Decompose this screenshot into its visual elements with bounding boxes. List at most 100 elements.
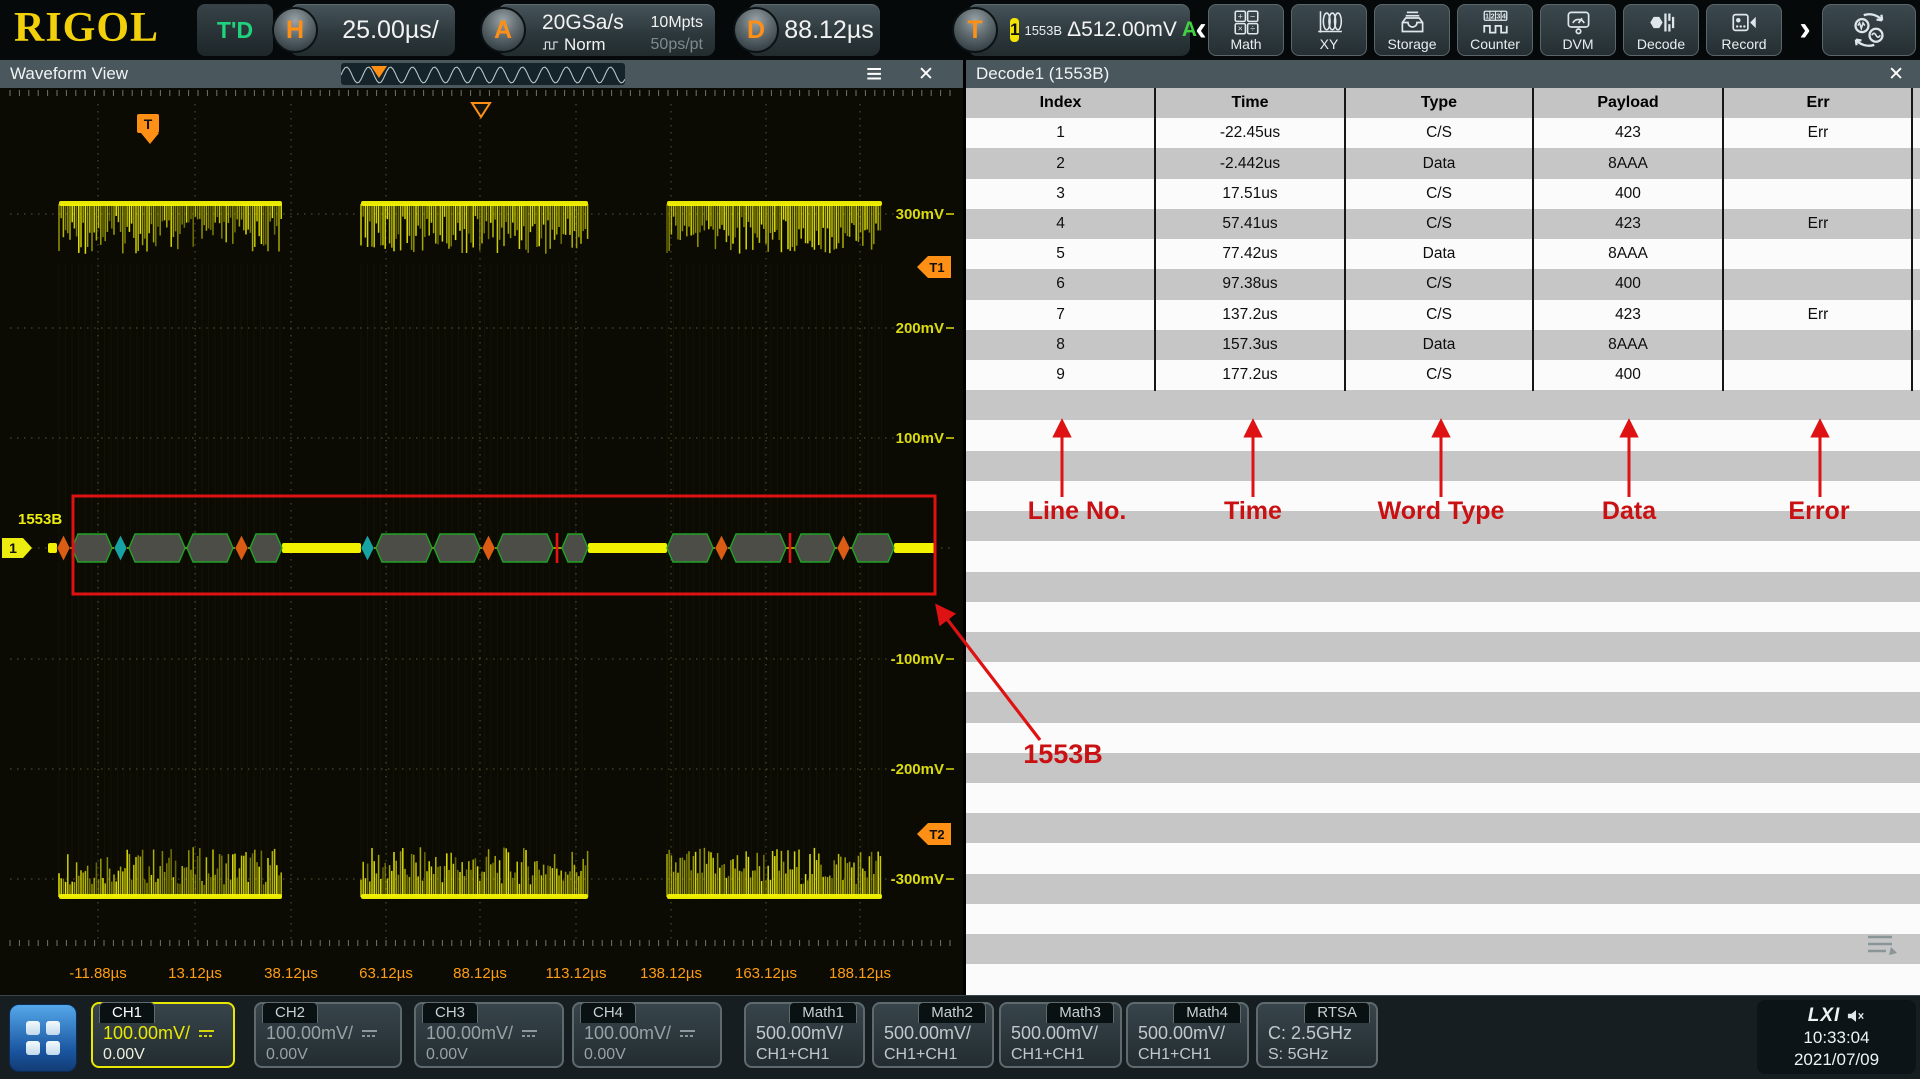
- decode-cell: 4: [966, 215, 1155, 233]
- toolbar-button-xy[interactable]: XY: [1291, 4, 1367, 56]
- decode-header-row: IndexTimeTypePayloadErr: [966, 88, 1913, 118]
- decode-stripe: [966, 632, 1920, 662]
- channel-scale-value: 500.00mV/: [756, 1023, 843, 1044]
- scroll-down-icon[interactable]: [1864, 931, 1900, 961]
- toolbar-button-math[interactable]: +−×÷Math: [1208, 4, 1284, 56]
- toolbar-button-label: XY: [1320, 37, 1339, 51]
- horizontal-knob[interactable]: H: [272, 7, 318, 53]
- counter-icon: 1234: [1482, 9, 1509, 36]
- channel-offset-value: CH1+CH1: [1011, 1046, 1084, 1064]
- channel-card-tab: CH1: [99, 1002, 155, 1023]
- y-axis-label: -300mV: [891, 871, 944, 888]
- toolbar-button-counter[interactable]: 1234Counter: [1457, 4, 1533, 56]
- decode-stripe: [966, 511, 1920, 541]
- decode-cell: 157.3us: [1155, 336, 1345, 354]
- svg-text:−: −: [1250, 11, 1255, 21]
- toolbar-button-label: Record: [1721, 37, 1766, 51]
- toolbar-button-record[interactable]: Record: [1706, 4, 1782, 56]
- self-check-button[interactable]: [1822, 4, 1916, 56]
- channel-card-ch1[interactable]: CH1100.00mV/0.00V: [91, 1002, 235, 1068]
- channel-1-badge[interactable]: [2, 538, 32, 558]
- channel-card-tab: Math3: [1046, 1002, 1114, 1023]
- decode-title: Decode1 (1553B): [976, 64, 1109, 84]
- y-axis-label: -100mV: [891, 651, 944, 668]
- trigger-card[interactable]: 1 1553B Δ512.00mV A: [968, 4, 1190, 56]
- channel-card-math1[interactable]: Math1500.00mV/CH1+CH1: [744, 1002, 865, 1068]
- decode-table-row: 697.38usC/S400: [966, 269, 1913, 299]
- acquire-mode-label: Norm: [564, 35, 606, 55]
- coupling-dc-icon: [679, 1028, 696, 1039]
- waveform-plot[interactable]: 300mV200mV100mV-100mV-200mV-300mV-11.88µ…: [0, 88, 963, 995]
- decode-table-row: 457.41usC/S423Err: [966, 209, 1913, 239]
- chevron-right-icon[interactable]: ›: [1794, 12, 1816, 48]
- status-clock-card[interactable]: LXI 10:33:04 2021/07/09: [1757, 1000, 1916, 1074]
- table-column-divider: [1911, 88, 1913, 391]
- channel-offset-value: 0.00V: [584, 1046, 626, 1064]
- channel-card-tab: Math2: [918, 1002, 986, 1023]
- decode-column-header: Time: [1155, 94, 1345, 112]
- decode-cell: Data: [1345, 245, 1533, 263]
- menu-icon[interactable]: ≡: [866, 58, 882, 90]
- decode-stripe: [966, 723, 1920, 753]
- decode-cell: Err: [1723, 124, 1913, 142]
- decode-cell: 8: [966, 336, 1155, 354]
- toolbar-button-label: Decode: [1637, 37, 1685, 51]
- x-axis-label: 188.12µs: [829, 965, 891, 982]
- channel-card-math4[interactable]: Math4500.00mV/CH1+CH1: [1126, 1002, 1249, 1068]
- coupling-dc-icon: [198, 1028, 215, 1039]
- channel-card-tab: Math1: [789, 1002, 857, 1023]
- y-axis-label: 200mV: [896, 320, 944, 337]
- decode-cell: 400: [1533, 185, 1723, 203]
- decode-cell: C/S: [1345, 185, 1533, 203]
- apps-grid-button[interactable]: [9, 1004, 77, 1072]
- x-axis-label: 88.12µs: [453, 965, 507, 982]
- decode-table-row: 1-22.45usC/S423Err: [966, 118, 1913, 148]
- trigger-knob[interactable]: T: [952, 7, 998, 53]
- decode-cell: 8AAA: [1533, 336, 1723, 354]
- channel-offset-value: 0.00V: [266, 1046, 308, 1064]
- acquire-knob[interactable]: A: [480, 7, 526, 53]
- record-icon: [1731, 9, 1758, 36]
- decode-table-row: 7137.2usC/S423Err: [966, 300, 1913, 330]
- auto-calibrate-icon: [1848, 9, 1890, 51]
- close-icon[interactable]: ✕: [1888, 63, 1904, 86]
- decode-cell: 400: [1533, 275, 1723, 293]
- table-column-divider: [1154, 88, 1156, 391]
- x-axis-label: 113.12µs: [546, 965, 607, 982]
- delay-knob[interactable]: D: [733, 7, 779, 53]
- trigger-position-marker[interactable]: [472, 103, 490, 117]
- channel-card-ch2[interactable]: CH2100.00mV/0.00V: [254, 1002, 402, 1068]
- channel-scale-value: 100.00mV/: [103, 1023, 190, 1044]
- decode-stripe: [966, 964, 1920, 994]
- resolution-value: 50ps/pt: [651, 36, 703, 54]
- toolbar-button-dvm[interactable]: DVM: [1540, 4, 1616, 56]
- channel-offset-value: CH1+CH1: [756, 1046, 829, 1064]
- y-axis-label: -200mV: [891, 761, 944, 778]
- toolbar: +−×÷Math XY Storage1234CounterDVM Decode Rec…: [1208, 4, 1782, 56]
- channel-card-ch3[interactable]: CH3100.00mV/0.00V: [414, 1002, 564, 1068]
- decode-table-row: 577.42usData8AAA: [966, 239, 1913, 269]
- channel-card-math2[interactable]: Math2500.00mV/CH1+CH1: [872, 1002, 994, 1068]
- channel-card-ch4[interactable]: CH4100.00mV/0.00V: [572, 1002, 722, 1068]
- toolbar-button-decode[interactable]: Decode: [1623, 4, 1699, 56]
- decode-stripe: [966, 934, 1920, 964]
- speaker-muted-icon[interactable]: [1847, 1009, 1865, 1023]
- channel-card-tab: CH3: [422, 1002, 478, 1023]
- memory-navigation-band[interactable]: [341, 63, 625, 85]
- decode-cell: 8AAA: [1533, 245, 1723, 263]
- table-column-divider: [1532, 88, 1534, 391]
- channel-scale-value: 500.00mV/: [884, 1023, 971, 1044]
- acquire-mode: Norm: [542, 35, 651, 55]
- decode-cell: 57.41us: [1155, 215, 1345, 233]
- coupling-dc-icon: [361, 1028, 378, 1039]
- toolbar-button-storage[interactable]: Storage: [1374, 4, 1450, 56]
- decode-column-header: Payload: [1533, 94, 1723, 112]
- channel-card-math3[interactable]: Math3500.00mV/CH1+CH1: [999, 1002, 1122, 1068]
- acquisition-card[interactable]: 20GSa/s 10Mpts Norm 50ps/pt: [498, 4, 715, 56]
- decode-cell: 17.51us: [1155, 185, 1345, 203]
- channel-card-rtsa[interactable]: RTSAC: 2.5GHzS: 5GHz: [1256, 1002, 1378, 1068]
- close-icon[interactable]: ✕: [918, 63, 934, 86]
- channel-offset-value: S: 5GHz: [1268, 1046, 1328, 1064]
- bus-label: 1553B: [18, 511, 62, 528]
- decode-cell: C/S: [1345, 306, 1533, 324]
